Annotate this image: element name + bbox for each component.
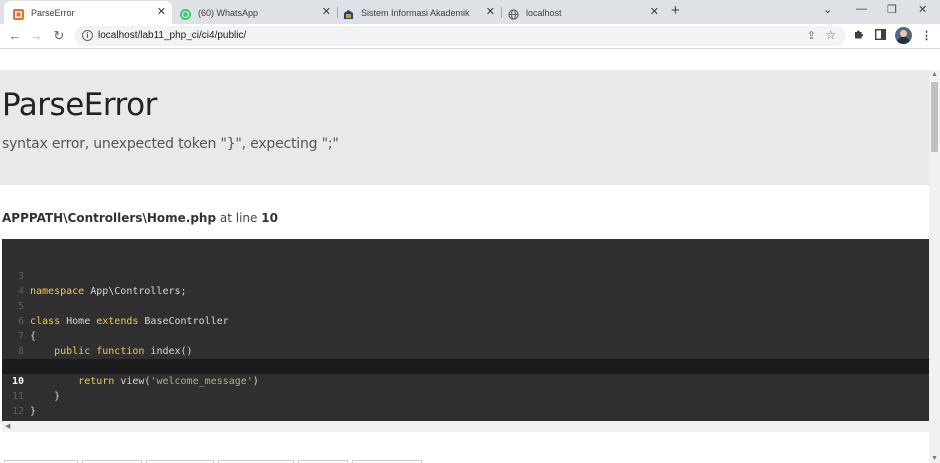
site-info-icon[interactable]: i	[82, 30, 93, 41]
university-logo-icon	[343, 7, 354, 19]
source-code-block: 3 namespace App\Controllers; 4 5 class H…	[2, 239, 929, 421]
tab-title: (60) WhatsApp	[198, 7, 259, 18]
browser-toolbar: ← → ↻ i localhost/lab11_php_ci/ci4/publi…	[0, 24, 940, 48]
globe-icon	[508, 7, 519, 20]
close-tab-icon[interactable]: ✕	[157, 5, 166, 19]
next-section-tabs	[0, 458, 929, 463]
tab-title: localhost	[526, 7, 562, 18]
whatsapp-icon	[180, 7, 191, 20]
url-text[interactable]: localhost/lab11_php_ci/ci4/public/	[98, 30, 246, 41]
error-location: APPPATH\Controllers\Home.php at line 10	[2, 211, 278, 225]
more-menu-icon[interactable]: ⋮	[921, 29, 932, 42]
scroll-left-arrow-icon[interactable]: ◀	[5, 422, 10, 430]
close-tab-icon[interactable]: ✕	[486, 5, 495, 19]
error-line-number: 10	[261, 211, 278, 225]
tab-whatsapp[interactable]: (60) WhatsApp ✕	[172, 1, 338, 24]
new-tab-button[interactable]: +	[671, 3, 680, 19]
share-icon[interactable]: ⇪	[807, 29, 816, 42]
back-arrow-icon[interactable]: ←	[7, 28, 23, 44]
extensions-puzzle-icon[interactable]	[853, 29, 864, 43]
scroll-down-arrow-icon[interactable]: ▼	[931, 455, 938, 462]
vertical-scrollbar[interactable]: ▲ ▼	[929, 70, 940, 463]
forward-arrow-icon[interactable]: →	[28, 28, 44, 44]
code-line: 8 {	[2, 329, 929, 372]
tab-search-chevron-icon[interactable]: ⌄	[823, 3, 832, 16]
scroll-up-arrow-icon[interactable]: ▲	[931, 71, 938, 78]
address-bar[interactable]: i localhost/lab11_php_ci/ci4/public/ ⇪ ☆	[74, 26, 846, 46]
code-line: 3 namespace App\Controllers;	[2, 254, 929, 297]
horizontal-scrollbar[interactable]: ◀	[2, 421, 929, 432]
tab-sistem-informasi-akademik[interactable]: Sistem Informasi Akademik ✕	[337, 1, 502, 24]
error-header: ParseError syntax error, unexpected toke…	[0, 70, 929, 185]
scrollbar-thumb[interactable]	[931, 82, 938, 152]
tab-localhost[interactable]: localhost ✕	[501, 1, 665, 24]
tab-parseerror[interactable]: ParseError ✕	[4, 1, 172, 24]
highlighted-code-line: 10 }	[2, 359, 929, 402]
tab-strip: ParseError ✕ (60) WhatsApp ✕ Sistem Info…	[0, 0, 940, 24]
tab-title: ParseError	[31, 7, 75, 18]
minimize-button[interactable]: —	[856, 3, 867, 15]
code-line: 12	[2, 389, 929, 417]
code-line: 9 return view('welcome_message')	[2, 344, 929, 387]
close-tab-icon[interactable]: ✕	[650, 5, 659, 19]
code-line: 5 class Home extends BaseController	[2, 284, 929, 327]
code-line: 7 public function index()	[2, 314, 929, 357]
restore-button[interactable]: ❐	[887, 3, 897, 16]
at-line-label: at line	[219, 211, 258, 225]
reload-icon[interactable]: ↻	[51, 28, 67, 44]
code-line: 11 }	[2, 374, 929, 417]
close-window-button[interactable]: ✕	[918, 3, 927, 16]
page-title: ParseError	[2, 87, 157, 123]
bookmark-star-icon[interactable]: ☆	[825, 28, 836, 42]
error-message: syntax error, unexpected token "}", expe…	[2, 136, 339, 152]
codeigniter-favicon-icon	[13, 7, 24, 20]
profile-avatar[interactable]	[895, 27, 912, 44]
side-panel-icon[interactable]	[874, 28, 887, 43]
tab-title: Sistem Informasi Akademik	[361, 7, 470, 18]
code-line: 4	[2, 269, 929, 297]
error-file-path: APPPATH\Controllers\Home.php	[2, 211, 217, 225]
code-line: 6 {	[2, 299, 929, 342]
toolbar-divider	[0, 48, 940, 49]
close-tab-icon[interactable]: ✕	[322, 5, 331, 19]
page-content: ParseError syntax error, unexpected toke…	[0, 70, 929, 463]
line-number: 12	[11, 406, 24, 417]
